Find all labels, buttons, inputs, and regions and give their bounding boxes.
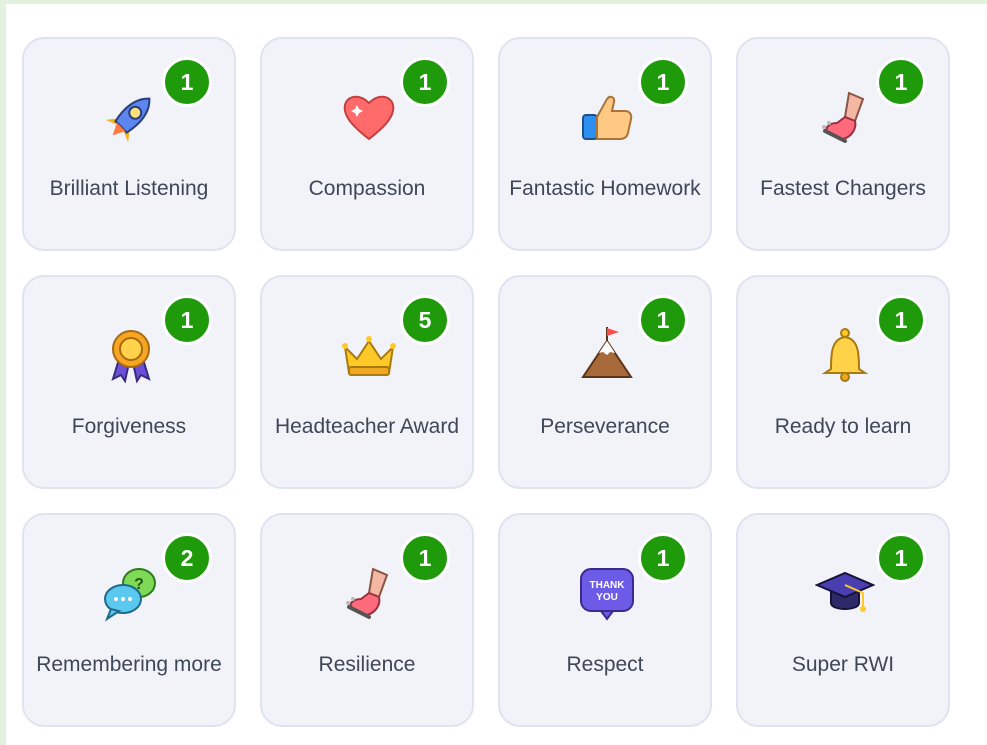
skill-label: Brilliant Listening bbox=[49, 177, 209, 200]
running-foot-icon bbox=[339, 563, 399, 623]
skill-card-brilliant-listening[interactable]: 1 Brilliant Listening bbox=[22, 37, 236, 251]
skill-label: Remembering more bbox=[36, 653, 222, 676]
frame-left-border bbox=[0, 0, 6, 745]
skill-label: Headteacher Award bbox=[274, 415, 460, 438]
skill-label: Compassion bbox=[308, 177, 426, 200]
count-badge: 1 bbox=[162, 295, 212, 345]
skill-card-respect[interactable]: THANK YOU 1 Respect bbox=[498, 513, 712, 727]
skill-card-perseverance[interactable]: 1 Perseverance bbox=[498, 275, 712, 489]
count-badge: 1 bbox=[876, 533, 926, 583]
medal-icon bbox=[101, 325, 161, 385]
count-badge: 1 bbox=[638, 295, 688, 345]
mountain-flag-icon bbox=[577, 325, 637, 385]
count-badge: 1 bbox=[400, 57, 450, 107]
thank-you-sign-icon: THANK YOU bbox=[577, 563, 637, 623]
skill-card-ready-to-learn[interactable]: 1 Ready to learn bbox=[736, 275, 950, 489]
skill-label: Perseverance bbox=[540, 415, 670, 438]
graduation-cap-icon bbox=[815, 563, 875, 623]
count-badge: 1 bbox=[638, 57, 688, 107]
count-badge: 1 bbox=[876, 57, 926, 107]
running-foot-icon bbox=[815, 87, 875, 147]
skill-label: Resilience bbox=[318, 653, 416, 676]
skill-label: Ready to learn bbox=[774, 415, 912, 438]
skill-label: Fastest Changers bbox=[760, 177, 926, 200]
bell-icon bbox=[815, 325, 875, 385]
count-badge: 1 bbox=[400, 533, 450, 583]
count-badge: 1 bbox=[162, 57, 212, 107]
rocket-icon bbox=[101, 87, 161, 147]
skill-card-headteacher-award[interactable]: 5 Headteacher Award bbox=[260, 275, 474, 489]
skill-label: Super RWI bbox=[791, 653, 895, 676]
thank-you-sign-text-2: YOU bbox=[596, 592, 618, 603]
heart-icon bbox=[339, 87, 399, 147]
skills-grid: 1 Brilliant Listening 1 Compassion 1 Fan… bbox=[22, 37, 950, 727]
skill-card-forgiveness[interactable]: 1 Forgiveness bbox=[22, 275, 236, 489]
skill-label: Forgiveness bbox=[71, 415, 187, 438]
count-badge: 2 bbox=[162, 533, 212, 583]
thank-you-sign-text-1: THANK bbox=[590, 580, 626, 591]
speech-bubbles-icon: ? bbox=[101, 563, 161, 623]
skill-card-resilience[interactable]: 1 Resilience bbox=[260, 513, 474, 727]
skill-card-compassion[interactable]: 1 Compassion bbox=[260, 37, 474, 251]
count-badge: 1 bbox=[638, 533, 688, 583]
skill-card-remembering-more[interactable]: ? 2 Remembering more bbox=[22, 513, 236, 727]
frame-top-border bbox=[0, 0, 987, 4]
count-badge: 1 bbox=[876, 295, 926, 345]
skill-card-super-rwi[interactable]: 1 Super RWI bbox=[736, 513, 950, 727]
crown-icon bbox=[339, 325, 399, 385]
skill-label: Fantastic Homework bbox=[509, 177, 701, 200]
skill-card-fantastic-homework[interactable]: 1 Fantastic Homework bbox=[498, 37, 712, 251]
thumbs-up-icon bbox=[577, 87, 637, 147]
count-badge: 5 bbox=[400, 295, 450, 345]
skill-label: Respect bbox=[566, 653, 644, 676]
skill-card-fastest-changers[interactable]: 1 Fastest Changers bbox=[736, 37, 950, 251]
